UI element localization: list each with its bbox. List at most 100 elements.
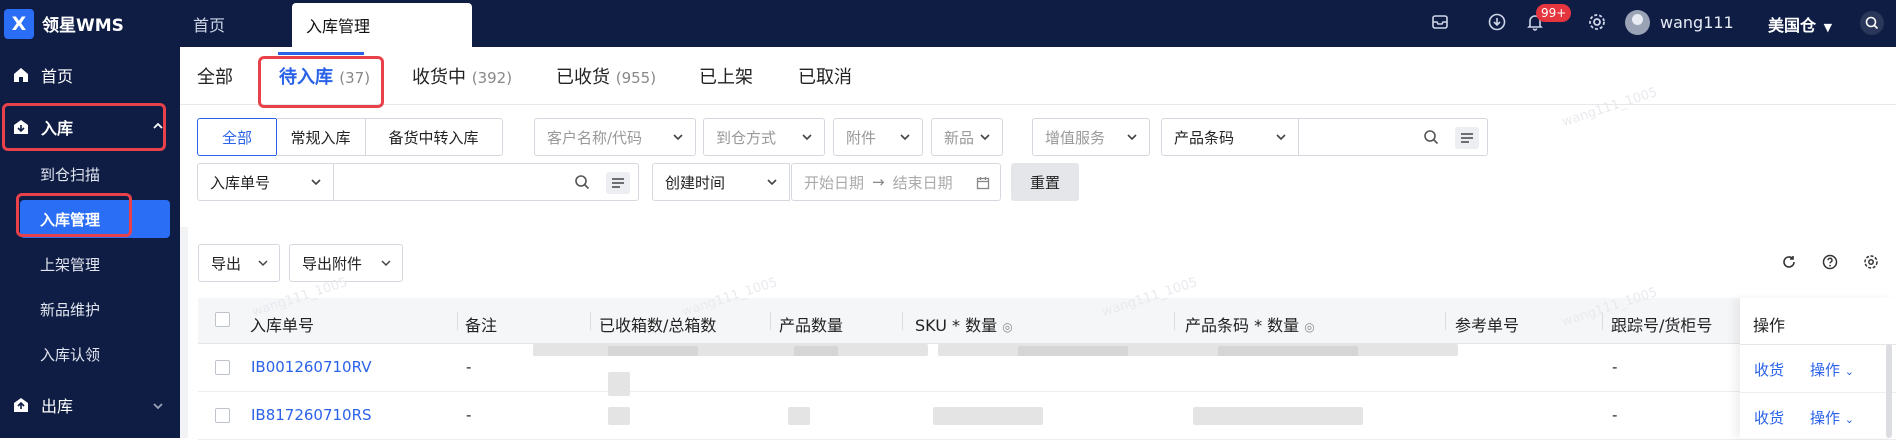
operations-column: 操作 收货 操作 ⌄ 收货 操作 ⌄ <box>1740 298 1896 438</box>
button-label: 导出 <box>211 254 242 273</box>
reset-button[interactable]: 重置 <box>1011 163 1079 201</box>
col-reference-no: 参考单号 <box>1455 316 1520 335</box>
column-divider <box>1174 312 1175 330</box>
col-product-qty: 产品数量 <box>779 316 844 335</box>
barcode-field-select[interactable]: 产品条码 <box>1161 118 1299 156</box>
tab-count: (955) <box>615 69 657 87</box>
home-icon <box>11 65 31 85</box>
redacted-cell <box>794 346 838 356</box>
chevron-down-icon <box>152 397 164 416</box>
export-button[interactable]: 导出 <box>198 244 280 282</box>
col-boxes: 已收箱数/总箱数 <box>599 316 717 335</box>
search-icon[interactable] <box>1423 129 1439 145</box>
top-tab-home[interactable]: 首页 <box>193 0 225 47</box>
chevron-down-icon <box>311 179 321 186</box>
vertical-scrollbar[interactable] <box>1886 344 1892 438</box>
row-checkbox[interactable] <box>215 408 230 423</box>
arrival-method-select[interactable]: 到仓方式 <box>703 118 825 156</box>
col-label: 产品条码 * 数量 <box>1185 316 1300 335</box>
tab-cancelled[interactable]: 已取消 <box>798 63 852 89</box>
sidebar-item-arrival-scan[interactable]: 到仓扫描 <box>0 155 180 193</box>
select-value: 产品条码 <box>1174 128 1235 147</box>
operations-dropdown[interactable]: 操作 ⌄ <box>1810 407 1854 428</box>
chevron-down-icon <box>673 134 683 141</box>
batch-input-icon[interactable] <box>606 172 630 194</box>
info-icon[interactable]: ◎ <box>1002 320 1012 334</box>
inbox-icon[interactable] <box>1429 11 1451 33</box>
redacted-cell <box>533 344 928 356</box>
attachment-select[interactable]: 附件 <box>833 118 923 156</box>
sidebar-item-inbound-claim[interactable]: 入库认领 <box>0 335 180 373</box>
tab-label: 已取消 <box>798 67 852 88</box>
export-attachment-button[interactable]: 导出附件 <box>289 244 403 282</box>
search-icon[interactable] <box>1860 11 1884 35</box>
value-added-select[interactable]: 增值服务 <box>1032 118 1150 156</box>
tab-shelved[interactable]: 已上架 <box>699 63 753 89</box>
remark-cell: - <box>466 406 472 424</box>
date-range-picker[interactable]: 开始日期 → 结束日期 <box>791 163 1001 201</box>
calendar-icon <box>976 177 990 190</box>
receive-link[interactable]: 收货 <box>1754 359 1784 380</box>
col-remark: 备注 <box>465 316 498 335</box>
top-tab-inbound-management[interactable]: 入库管理 <box>292 3 472 47</box>
col-tracking-no: 跟踪号/货柜号 <box>1611 316 1713 335</box>
barcode-search-input[interactable] <box>1298 118 1488 156</box>
notification-badge: 99+ <box>1536 4 1572 22</box>
batch-input-icon[interactable] <box>1455 127 1479 149</box>
info-icon[interactable]: ◎ <box>1304 320 1314 334</box>
sidebar-item-outbound[interactable]: 出库 <box>0 387 180 423</box>
order-no-search-input[interactable] <box>333 163 639 201</box>
row-checkbox[interactable] <box>215 360 230 375</box>
refresh-icon[interactable] <box>1779 252 1799 272</box>
tab-label: 已上架 <box>699 67 753 88</box>
warehouse-switcher[interactable]: 美国仓 ▼ <box>1768 12 1832 36</box>
sidebar-item-home[interactable]: 首页 <box>0 57 180 93</box>
select-value: 创建时间 <box>665 173 726 192</box>
search-icon[interactable] <box>574 174 590 190</box>
sidebar-item-new-product-maintenance[interactable]: 新品维护 <box>0 290 180 328</box>
time-field-select[interactable]: 创建时间 <box>652 163 790 201</box>
chevron-down-icon <box>900 134 910 141</box>
col-order-no: 入库单号 <box>250 316 315 335</box>
segment-stock-transfer-inbound[interactable]: 备货中转入库 <box>365 118 503 156</box>
redacted-cell <box>938 344 1458 356</box>
app-logo[interactable]: X 领星WMS <box>0 0 180 47</box>
select-placeholder: 到仓方式 <box>716 128 777 147</box>
chevron-down-icon: ⌄ <box>1844 413 1855 426</box>
start-date-placeholder: 开始日期 <box>804 173 865 192</box>
tab-label: 全部 <box>197 67 233 88</box>
download-icon[interactable] <box>1486 11 1508 33</box>
username[interactable]: wang111 <box>1660 13 1734 32</box>
button-label: 导出附件 <box>302 254 363 273</box>
receive-link[interactable]: 收货 <box>1754 407 1784 428</box>
customer-select[interactable]: 客户名称/代码 <box>534 118 696 156</box>
chevron-down-icon: ⌄ <box>1844 365 1855 378</box>
col-sku-qty: SKU * 数量 ◎ <box>915 312 1013 336</box>
operations-dropdown[interactable]: 操作 ⌄ <box>1810 359 1854 380</box>
chevron-down-icon <box>767 179 777 186</box>
settings-icon[interactable] <box>1586 11 1608 33</box>
tab-label: 已收货 <box>556 67 610 88</box>
chevron-down-icon <box>381 260 391 267</box>
select-all-checkbox[interactable] <box>215 312 230 327</box>
sidebar-item-label: 出库 <box>41 397 74 416</box>
select-placeholder: 附件 <box>846 128 877 147</box>
chevron-down-icon <box>802 134 812 141</box>
order-no-link[interactable]: IB001260710RV <box>251 358 371 376</box>
help-icon[interactable] <box>1820 252 1840 272</box>
avatar[interactable] <box>1625 10 1650 35</box>
segment-regular-inbound[interactable]: 常规入库 <box>276 118 366 156</box>
segment-all[interactable]: 全部 <box>197 118 277 156</box>
tab-all[interactable]: 全部 <box>197 63 233 89</box>
order-no-field-select[interactable]: 入库单号 <box>197 163 334 201</box>
link-label: 操作 <box>1810 361 1841 379</box>
tab-receiving[interactable]: 收货中 (392) <box>412 63 512 89</box>
redacted-cell <box>1218 346 1358 356</box>
new-product-select[interactable]: 新品 <box>931 118 1003 156</box>
sidebar-item-putaway-management[interactable]: 上架管理 <box>0 245 180 283</box>
order-no-link[interactable]: IB817260710RS <box>251 406 372 424</box>
column-settings-icon[interactable] <box>1861 252 1881 272</box>
column-divider <box>1602 312 1603 330</box>
tab-received[interactable]: 已收货 (955) <box>556 63 656 89</box>
caret-down-icon: ▼ <box>1823 21 1833 34</box>
